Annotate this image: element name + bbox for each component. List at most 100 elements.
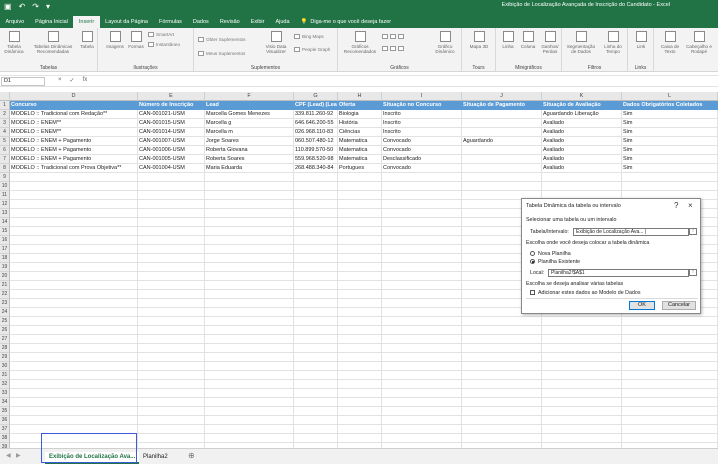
- table-cell[interactable]: Inscrito: [382, 128, 462, 137]
- collapse-range-icon[interactable]: ↑: [689, 228, 697, 235]
- table-cell[interactable]: MODELO :: Tradicional com Prova Objetiva…: [10, 164, 138, 173]
- table-cell[interactable]: Convocado: [382, 146, 462, 155]
- table-cell[interactable]: Sim: [622, 119, 718, 128]
- tab-ajuda[interactable]: Ajuda: [270, 16, 295, 28]
- table-cell[interactable]: [462, 110, 542, 119]
- table-cell[interactable]: Avaliado: [542, 128, 622, 137]
- header-cell[interactable]: Situação de Pagamento: [462, 101, 542, 110]
- row-header[interactable]: 36: [0, 416, 10, 425]
- column-header[interactable]: J: [462, 92, 542, 101]
- table-cell[interactable]: Avaliado: [542, 164, 622, 173]
- row-header[interactable]: 37: [0, 425, 10, 434]
- fx-icon[interactable]: fx: [83, 77, 88, 84]
- row-header[interactable]: 28: [0, 344, 10, 353]
- row-header[interactable]: 29: [0, 353, 10, 362]
- header-cell[interactable]: CPF (Lead) (Lea: [294, 101, 338, 110]
- table-cell[interactable]: CAN-001015-USM: [138, 119, 205, 128]
- next-sheet-icon[interactable]: ▶: [16, 452, 21, 459]
- tab-revisao[interactable]: Revisão: [214, 16, 245, 28]
- row-header[interactable]: 2: [0, 110, 10, 119]
- table-cell[interactable]: MODELO :: ENEM + Pagamento: [10, 155, 138, 164]
- table-cell[interactable]: 339.811.260-92: [294, 110, 338, 119]
- table-cell[interactable]: MODELO :: ENEM**: [10, 119, 138, 128]
- cancel-icon[interactable]: ×: [58, 77, 62, 84]
- table-cell[interactable]: Sim: [622, 110, 718, 119]
- tab-formulas[interactable]: Fórmulas: [153, 16, 187, 28]
- row-header[interactable]: 10: [0, 182, 10, 191]
- undo-icon[interactable]: ↶: [19, 2, 26, 11]
- row-header[interactable]: 38: [0, 434, 10, 443]
- tab-exibir[interactable]: Exibir: [245, 16, 270, 28]
- table-cell[interactable]: MODELO :: ENEM + Pagamento: [10, 146, 138, 155]
- table-cell[interactable]: 268.488.340-84: [294, 164, 338, 173]
- table-cell[interactable]: Sim: [622, 164, 718, 173]
- table-cell[interactable]: CAN-001021-USM: [138, 110, 205, 119]
- table-cell[interactable]: Portugues: [338, 164, 382, 173]
- row-header[interactable]: 7: [0, 155, 10, 164]
- table-cell[interactable]: 026.968.110-83: [294, 128, 338, 137]
- table-cell[interactable]: Convocado: [382, 164, 462, 173]
- row-header[interactable]: 32: [0, 380, 10, 389]
- row-header[interactable]: 16: [0, 236, 10, 245]
- tab-arquivo[interactable]: Arquivo: [0, 16, 30, 28]
- visio-button[interactable]: Visio Data Visualizer: [262, 31, 290, 54]
- column-header[interactable]: K: [542, 92, 622, 101]
- header-cell[interactable]: Situação no Concurso: [382, 101, 462, 110]
- obter-suplementos-button[interactable]: Obter Suplementos: [198, 37, 246, 42]
- table-cell[interactable]: CAN-001004-USM: [138, 164, 205, 173]
- row-header[interactable]: 33: [0, 389, 10, 398]
- row-header[interactable]: 30: [0, 362, 10, 371]
- row-header[interactable]: 11: [0, 191, 10, 200]
- tell-me-box[interactable]: 💡 Diga-me o que você deseja fazer: [295, 16, 397, 28]
- local-input[interactable]: Planilha2!$A$1: [548, 269, 689, 277]
- save-icon[interactable]: ▣: [4, 2, 12, 11]
- row-header[interactable]: 35: [0, 407, 10, 416]
- table-cell[interactable]: Sim: [622, 155, 718, 164]
- tabela-dinamica-button[interactable]: Tabela Dinâmica: [3, 31, 25, 54]
- table-cell[interactable]: Matematica: [338, 137, 382, 146]
- new-sheet-radio[interactable]: [530, 251, 535, 256]
- table-cell[interactable]: CAN-001014-USM: [138, 128, 205, 137]
- collapse-local-icon[interactable]: ↑: [689, 269, 697, 276]
- table-cell[interactable]: História: [338, 119, 382, 128]
- help-icon[interactable]: ?: [674, 201, 678, 210]
- link-button[interactable]: Link: [632, 31, 650, 49]
- table-cell[interactable]: Marcella m: [205, 128, 294, 137]
- table-cell[interactable]: Jorge Soares: [205, 137, 294, 146]
- table-cell[interactable]: Desclassificado: [382, 155, 462, 164]
- chart-types-row2[interactable]: [382, 46, 404, 51]
- sheet-tab-planilha2[interactable]: Planilha2: [139, 452, 172, 462]
- coluna-button[interactable]: Coluna: [518, 31, 538, 49]
- row-header[interactable]: 23: [0, 299, 10, 308]
- table-cell[interactable]: [462, 128, 542, 137]
- caixa-texto-button[interactable]: Caixa de Texto: [658, 31, 682, 54]
- column-header[interactable]: D: [10, 92, 138, 101]
- data-model-checkbox[interactable]: [530, 290, 535, 295]
- row-header[interactable]: 15: [0, 227, 10, 236]
- row-header[interactable]: 6: [0, 146, 10, 155]
- table-cell[interactable]: Avaliado: [542, 155, 622, 164]
- table-cell[interactable]: Sim: [622, 137, 718, 146]
- ok-button[interactable]: OK: [629, 301, 655, 310]
- table-cell[interactable]: [462, 164, 542, 173]
- table-cell[interactable]: Biologia: [338, 110, 382, 119]
- table-cell[interactable]: CAN-001005-USM: [138, 155, 205, 164]
- tab-pagina-inicial[interactable]: Página Inicial: [30, 16, 74, 28]
- table-cell[interactable]: Avaliado: [542, 146, 622, 155]
- tab-layout[interactable]: Layout da Página: [100, 16, 154, 28]
- row-header[interactable]: 4: [0, 128, 10, 137]
- existing-sheet-radio[interactable]: [530, 259, 535, 264]
- add-sheet-icon[interactable]: ⊕: [188, 451, 195, 460]
- row-header[interactable]: 18: [0, 254, 10, 263]
- segmentacao-button[interactable]: Segmentação de Dados: [565, 31, 597, 54]
- table-cell[interactable]: Avaliado: [542, 119, 622, 128]
- header-cell[interactable]: Concurso: [10, 101, 138, 110]
- smartart-button[interactable]: SmartArt: [148, 32, 174, 37]
- header-cell[interactable]: Oferta: [338, 101, 382, 110]
- table-cell[interactable]: Sim: [622, 146, 718, 155]
- tabela-button[interactable]: Tabela: [78, 31, 96, 49]
- meus-suplementos-button[interactable]: Meus Suplementos: [198, 51, 245, 56]
- column-header[interactable]: H: [338, 92, 382, 101]
- table-cell[interactable]: MODELO :: ENEM + Pagamento: [10, 137, 138, 146]
- table-cell[interactable]: Marcella g: [205, 119, 294, 128]
